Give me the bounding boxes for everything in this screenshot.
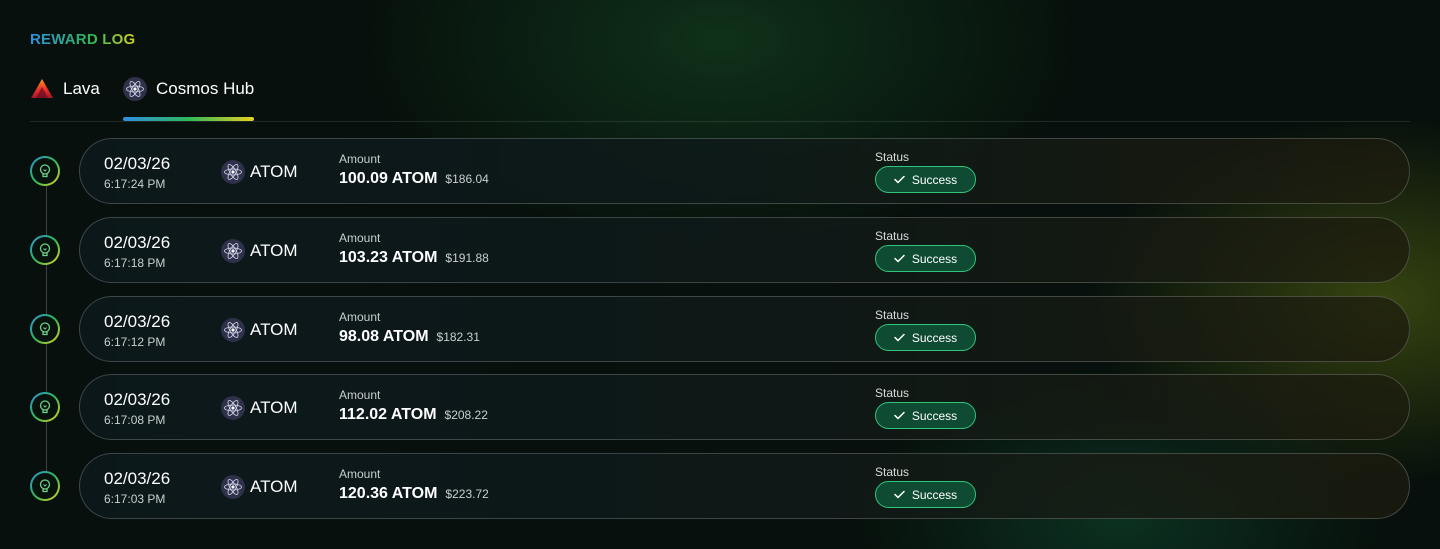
- reward-node-icon: [30, 314, 60, 344]
- status-label: Status: [875, 386, 910, 400]
- reward-node-icon: [30, 392, 60, 422]
- reward-token: ATOM: [221, 239, 298, 263]
- reward-time: 6:17:08 PM: [104, 413, 166, 427]
- amount-label: Amount: [339, 310, 381, 324]
- amount-label: Amount: [339, 388, 381, 402]
- reward-bulb-icon: [39, 243, 51, 257]
- token-label: ATOM: [250, 320, 298, 339]
- reward-date: 02/03/26: [104, 312, 171, 331]
- reward-date: 02/03/26: [104, 469, 171, 488]
- amount-line: 120.36 ATOM $223.72: [339, 485, 489, 503]
- reward-date: 02/03/26: [104, 233, 171, 252]
- reward-time: 6:17:18 PM: [104, 256, 166, 270]
- amount-value: 98.08 ATOM: [339, 328, 429, 345]
- reward-token: ATOM: [221, 475, 298, 499]
- reward-row: 02/03/26 6:17:08 PM ATOM Amount 112.02 A…: [79, 374, 1410, 440]
- status-text: Success: [911, 251, 958, 266]
- atom-token-icon: [221, 396, 245, 420]
- token-label: ATOM: [250, 162, 298, 181]
- reward-row: 02/03/26 6:17:24 PM ATOM Amount 100.09 A…: [79, 138, 1410, 204]
- amount-line: 112.02 ATOM $208.22: [339, 406, 488, 424]
- check-icon: [894, 254, 905, 263]
- amount-label: Amount: [339, 152, 381, 166]
- amount-line: 100.09 ATOM $186.04: [339, 170, 489, 188]
- reward-row: 02/03/26 6:17:03 PM ATOM Amount 120.36 A…: [79, 453, 1410, 519]
- status-text: Success: [911, 172, 958, 187]
- status-badge: Success: [875, 166, 976, 193]
- atom-token-icon: [221, 318, 245, 342]
- reward-date: 02/03/26: [104, 154, 171, 173]
- cosmos-hub-logo-icon: [123, 76, 147, 101]
- tab-lava[interactable]: Lava: [30, 64, 100, 113]
- amount-usd: $191.88: [445, 251, 489, 265]
- active-tab-indicator: [123, 117, 254, 121]
- amount-value: 112.02 ATOM: [339, 406, 437, 423]
- status-text: Success: [911, 487, 958, 502]
- status-badge: Success: [875, 481, 976, 508]
- token-label: ATOM: [250, 398, 298, 417]
- status-label: Status: [875, 229, 910, 243]
- tab-label: Lava: [63, 78, 100, 98]
- reward-token: ATOM: [221, 160, 298, 184]
- amount-usd: $186.04: [445, 172, 489, 186]
- status-badge: Success: [875, 402, 976, 429]
- atom-token-icon: [221, 475, 245, 499]
- check-icon: [894, 411, 905, 420]
- lava-logo-icon: [31, 78, 53, 98]
- reward-node-icon: [30, 156, 60, 186]
- reward-node-icon: [30, 235, 60, 265]
- reward-time: 6:17:24 PM: [104, 177, 166, 191]
- amount-usd: $182.31: [436, 330, 480, 344]
- reward-token: ATOM: [221, 318, 298, 342]
- amount-line: 103.23 ATOM $191.88: [339, 249, 489, 267]
- atom-token-icon: [221, 239, 245, 263]
- status-badge: Success: [875, 245, 976, 272]
- reward-date: 02/03/26: [104, 390, 171, 409]
- reward-token: ATOM: [221, 396, 298, 420]
- amount-usd: $223.72: [445, 487, 489, 501]
- amount-label: Amount: [339, 467, 381, 481]
- reward-time: 6:17:03 PM: [104, 492, 166, 506]
- reward-bulb-icon: [39, 400, 51, 414]
- status-label: Status: [875, 308, 910, 322]
- check-icon: [894, 490, 905, 499]
- reward-row: 02/03/26 6:17:12 PM ATOM Amount 98.08 AT…: [79, 296, 1410, 362]
- reward-bulb-icon: [39, 322, 51, 336]
- status-label: Status: [875, 150, 910, 164]
- token-label: ATOM: [250, 477, 298, 496]
- chain-tabs: Lava Cosmos Hub: [30, 72, 1410, 122]
- amount-line: 98.08 ATOM $182.31: [339, 328, 480, 346]
- tab-label: Cosmos Hub: [156, 78, 255, 98]
- reward-bulb-icon: [39, 479, 51, 493]
- reward-time: 6:17:12 PM: [104, 335, 166, 349]
- amount-value: 103.23 ATOM: [339, 249, 438, 266]
- status-text: Success: [911, 408, 958, 423]
- status-text: Success: [911, 330, 958, 345]
- status-badge: Success: [875, 324, 976, 351]
- amount-value: 100.09 ATOM: [339, 170, 438, 187]
- page-title: REWARD LOG: [30, 31, 140, 48]
- reward-bulb-icon: [39, 164, 51, 178]
- status-label: Status: [875, 465, 910, 479]
- token-label: ATOM: [250, 241, 298, 260]
- amount-label: Amount: [339, 231, 381, 245]
- check-icon: [894, 333, 905, 342]
- atom-token-icon: [221, 160, 245, 184]
- amount-usd: $208.22: [444, 408, 488, 422]
- check-icon: [894, 175, 905, 184]
- tab-cosmos-hub[interactable]: Cosmos Hub: [123, 64, 254, 113]
- reward-row: 02/03/26 6:17:18 PM ATOM Amount 103.23 A…: [79, 217, 1410, 283]
- amount-value: 120.36 ATOM: [339, 485, 438, 502]
- reward-node-icon: [30, 471, 60, 501]
